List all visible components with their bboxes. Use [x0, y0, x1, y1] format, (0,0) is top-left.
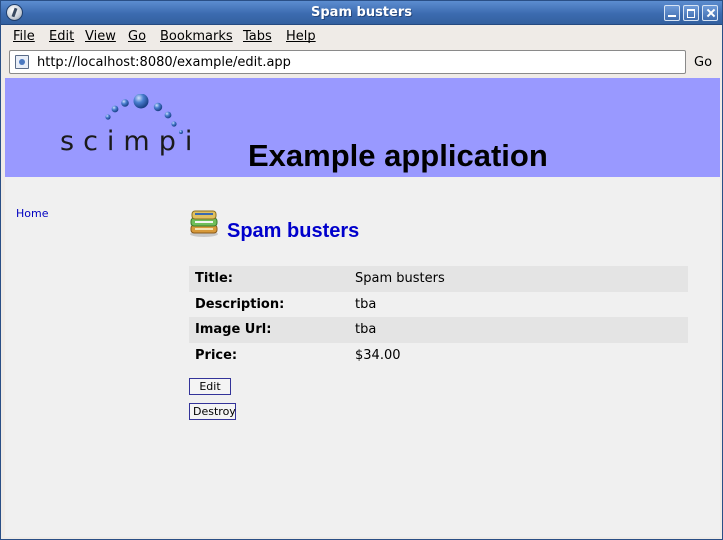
field-value: tba: [349, 317, 688, 343]
close-button[interactable]: [702, 5, 718, 21]
logo-text: scimpi: [60, 126, 202, 157]
field-value: Spam busters: [349, 266, 688, 292]
page-heading: Example application: [248, 138, 548, 173]
sidebar-home-link[interactable]: Home: [16, 207, 48, 220]
field-value: tba: [349, 291, 688, 317]
table-row: Image Url: tba: [189, 317, 688, 343]
destroy-button[interactable]: Destroy: [189, 403, 236, 420]
title-bar[interactable]: Spam busters: [1, 1, 722, 25]
record-details-table: Title: Spam busters Description: tba Ima…: [189, 266, 688, 368]
page-content: scimpi Example application Home Spam bus…: [5, 78, 720, 537]
menu-file[interactable]: File: [13, 29, 35, 44]
minimize-button[interactable]: [664, 5, 680, 21]
menu-bookmarks[interactable]: Bookmarks: [160, 29, 233, 44]
url-field[interactable]: http://localhost:8080/example/edit.app: [9, 50, 686, 74]
site-header: scimpi Example application: [5, 78, 720, 177]
menu-tabs[interactable]: Tabs: [243, 29, 272, 44]
page-icon: [15, 55, 29, 69]
maximize-button[interactable]: [683, 5, 699, 21]
menu-bar: File Edit View Go Bookmarks Tabs Help: [1, 25, 722, 47]
field-label: Image Url:: [189, 317, 349, 343]
table-row: Description: tba: [189, 291, 688, 317]
stacked-books-icon: [190, 210, 218, 237]
field-value: $34.00: [349, 342, 688, 368]
window-title: Spam busters: [311, 5, 412, 20]
table-row: Price: $34.00: [189, 342, 688, 368]
go-button[interactable]: Go: [694, 55, 712, 70]
field-label: Description:: [189, 291, 349, 317]
menu-go[interactable]: Go: [128, 29, 146, 44]
menu-edit[interactable]: Edit: [49, 29, 74, 44]
table-row: Title: Spam busters: [189, 266, 688, 292]
menu-help[interactable]: Help: [286, 29, 316, 44]
menu-view[interactable]: View: [85, 29, 116, 44]
record-title: Spam busters: [227, 220, 360, 242]
field-label: Price:: [189, 342, 349, 368]
navigation-toolbar: http://localhost:8080/example/edit.app G…: [1, 47, 722, 78]
edit-button[interactable]: Edit: [189, 378, 231, 395]
url-text[interactable]: http://localhost:8080/example/edit.app: [37, 55, 291, 70]
field-label: Title:: [189, 266, 349, 292]
browser-window: Spam busters File Edit View Go Bookmarks…: [0, 0, 723, 540]
